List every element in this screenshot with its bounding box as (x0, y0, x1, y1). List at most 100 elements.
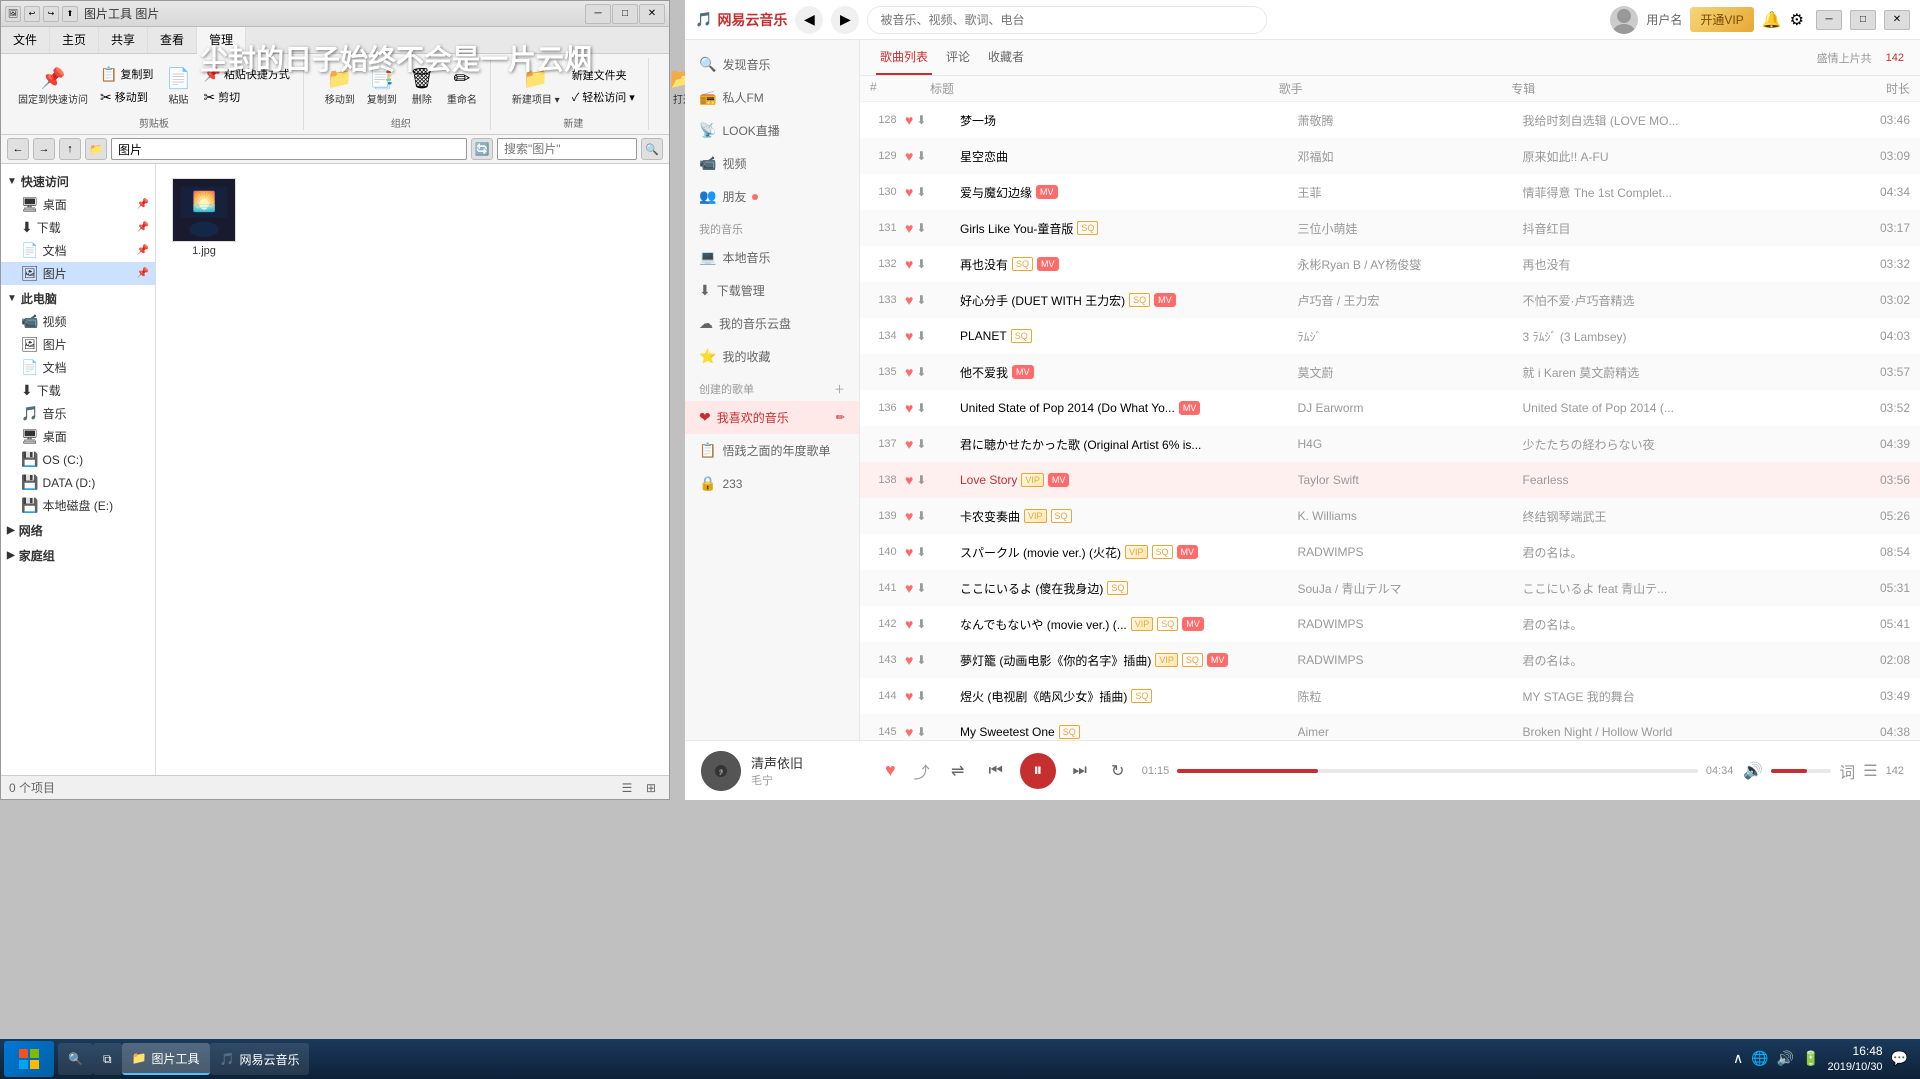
repeat-button[interactable]: ↻ (1104, 757, 1132, 785)
heart-icon[interactable]: ♥ (905, 544, 913, 560)
tab-subscribers[interactable]: 收藏者 (984, 40, 1028, 75)
heart-icon[interactable]: ♥ (905, 328, 913, 344)
download-icon[interactable]: ⬇ (916, 113, 926, 127)
delete-button[interactable]: 🗑删除 (404, 63, 440, 109)
mps-discover[interactable]: 🔍 发现音乐 (685, 48, 859, 81)
taskbar-explorer-item[interactable]: 📁 图片工具 (122, 1043, 210, 1075)
copy-button[interactable]: 📑复制到 (362, 63, 402, 109)
taskbar-battery-icon[interactable]: 🔋 (1802, 1050, 1819, 1067)
easy-access-button[interactable]: ✓ 轻松访问 ▾ (567, 87, 640, 107)
taskbar-action-center-icon[interactable]: 💬 (1891, 1050, 1908, 1067)
heart-icon[interactable]: ♥ (905, 184, 913, 200)
mps-favorites[interactable]: ⭐ 我的收藏 (685, 340, 859, 373)
paste-button[interactable]: 📄 粘贴 (160, 63, 196, 109)
heart-icon[interactable]: ♥ (905, 400, 913, 416)
mps-download[interactable]: ⬇ 下载管理 (685, 274, 859, 307)
pb-like-icon[interactable]: ♥ (885, 760, 896, 781)
ribbon-tab-manage[interactable]: 管理 (197, 27, 246, 54)
heart-icon[interactable]: ♥ (905, 220, 913, 236)
pb-share-icon[interactable]: ⤴ (914, 759, 930, 783)
homegroup-header[interactable]: ▶ 家庭组 (1, 544, 155, 567)
download-icon[interactable]: ⬇ (916, 725, 926, 739)
song-row[interactable]: 136 ♥ ⬇ United State of Pop 2014 (Do Wha… (860, 390, 1920, 426)
song-row[interactable]: 139 ♥ ⬇ 卡农变奏曲 VIPSQ K. Williams 终结钢琴端武王 … (860, 498, 1920, 534)
ribbon-tab-view[interactable]: 查看 (148, 27, 197, 53)
quick-access-header[interactable]: ▼ 快速访问 (1, 170, 155, 193)
song-row[interactable]: 141 ♥ ⬇ ここにいるよ (傻在我身边) SQ SouJa / 青山テルマ … (860, 570, 1920, 606)
shuffle-button[interactable]: ⇌ (944, 757, 972, 785)
download-icon[interactable]: ⬇ (916, 545, 926, 559)
cut-button[interactable]: ✂剪切 (198, 87, 294, 108)
sidebar-item-d-drive[interactable]: 💾DATA (D:) (1, 471, 155, 494)
taskbar-search[interactable]: 🔍 (58, 1043, 93, 1075)
mp-maximize-button[interactable]: □ (1850, 10, 1876, 30)
notification-icon[interactable]: 🔔 (1762, 10, 1782, 30)
heart-icon[interactable]: ♥ (905, 292, 913, 308)
search-button[interactable]: 🔍 (641, 138, 663, 160)
mp-minimize-button[interactable]: ─ (1816, 10, 1842, 30)
close-button[interactable]: ✕ (639, 4, 665, 24)
address-input[interactable]: 图片 (111, 138, 467, 160)
taskbar-network-icon[interactable]: 🌐 (1751, 1050, 1768, 1067)
up-button[interactable]: ↑ (59, 138, 81, 160)
sidebar-item-pc-desktop[interactable]: 🖥桌面 (1, 425, 155, 448)
maximize-button[interactable]: □ (612, 4, 638, 24)
song-row[interactable]: 138 ♥ ⬇ Love Story VIPMV Taylor Swift Fe… (860, 462, 1920, 498)
search-input[interactable] (497, 138, 637, 160)
mps-local[interactable]: 💻 本地音乐 (685, 241, 859, 274)
download-icon[interactable]: ⬇ (916, 617, 926, 631)
mp-forward-button[interactable]: ▶ (831, 6, 859, 34)
download-icon[interactable]: ⬇ (916, 293, 926, 307)
download-icon[interactable]: ⬇ (916, 221, 926, 235)
settings-icon[interactable]: ⚙ (1790, 10, 1804, 30)
mps-live[interactable]: 📡 LOOK直播 (685, 114, 859, 147)
sidebar-item-c-drive[interactable]: 💾OS (C:) (1, 448, 155, 471)
mp-close-button[interactable]: ✕ (1884, 10, 1910, 30)
tab-comments[interactable]: 评论 (942, 40, 974, 75)
song-row[interactable]: 145 ♥ ⬇ My Sweetest One SQ Aimer Broken … (860, 714, 1920, 740)
download-icon[interactable]: ⬇ (916, 365, 926, 379)
song-row[interactable]: 133 ♥ ⬇ 好心分手 (DUET WITH 王力宏) SQMV 卢巧音 / … (860, 282, 1920, 318)
list-view-button[interactable]: ☰ (617, 778, 637, 798)
move-button[interactable]: 📁移动到 (320, 63, 360, 109)
mp-search-input[interactable] (867, 6, 1267, 34)
this-pc-header[interactable]: ▼ 此电脑 (1, 287, 155, 310)
heart-icon[interactable]: ♥ (905, 580, 913, 596)
taskbar-up-icon[interactable]: ∧ (1733, 1050, 1743, 1067)
sidebar-item-pc-docs[interactable]: 📄文档 (1, 356, 155, 379)
song-row[interactable]: 128 ♥ ⬇ 梦一场 萧敬腾 我给时刻自选辑 (LOVE MO... 03:4… (860, 102, 1920, 138)
forward-button[interactable]: → (33, 138, 55, 160)
liked-edit-icon[interactable]: ✏ (836, 411, 845, 424)
sidebar-item-docs[interactable]: 📄 文档 📌 (1, 239, 155, 262)
download-icon[interactable]: ⬇ (916, 257, 926, 271)
mps-video[interactable]: 📹 视频 (685, 147, 859, 180)
heart-icon[interactable]: ♥ (905, 436, 913, 452)
sidebar-item-pictures[interactable]: 🖼 图片 📌 (1, 262, 155, 285)
prev-button[interactable]: ⏮ (982, 757, 1010, 785)
grid-view-button[interactable]: ⊞ (641, 778, 661, 798)
download-icon[interactable]: ⬇ (916, 185, 926, 199)
volume-icon[interactable]: 🔊 (1743, 761, 1763, 781)
lyrics-icon[interactable]: 词 (1839, 759, 1855, 783)
back-button[interactable]: ← (7, 138, 29, 160)
volume-bar[interactable] (1771, 769, 1831, 773)
song-row[interactable]: 129 ♥ ⬇ 星空恋曲 邓福如 原来如此!! A-FU 03:09 (860, 138, 1920, 174)
start-button[interactable] (4, 1041, 54, 1077)
heart-icon[interactable]: ♥ (905, 112, 913, 128)
add-playlist-icon[interactable]: ＋ (834, 381, 845, 397)
heart-icon[interactable]: ♥ (905, 508, 913, 524)
new-item-button[interactable]: 新建文件夹 (567, 65, 640, 85)
paste-shortcut-button[interactable]: 📌粘贴快捷方式 (198, 64, 294, 85)
ribbon-tab-home[interactable]: 主页 (50, 27, 99, 53)
heart-icon[interactable]: ♥ (905, 472, 913, 488)
vip-button[interactable]: 开通VIP (1690, 7, 1753, 32)
minimize-button[interactable]: ─ (585, 4, 611, 24)
sidebar-item-pc-downloads[interactable]: ⬇下载 (1, 379, 155, 402)
song-row[interactable]: 140 ♥ ⬇ スパークル (movie ver.) (火花) VIPSQMV … (860, 534, 1920, 570)
file-item-1jpg[interactable]: 🌅 1.jpg (164, 172, 244, 263)
heart-icon[interactable]: ♥ (905, 724, 913, 740)
ribbon-tab-file[interactable]: 文件 (1, 27, 50, 53)
taskbar-music-item[interactable]: 🎵 网易云音乐 (210, 1043, 310, 1075)
song-row[interactable]: 132 ♥ ⬇ 再也没有 SQMV 永彬Ryan B / AY杨俊燮 再也没有 … (860, 246, 1920, 282)
mps-233[interactable]: 🔒 233 (685, 467, 859, 500)
